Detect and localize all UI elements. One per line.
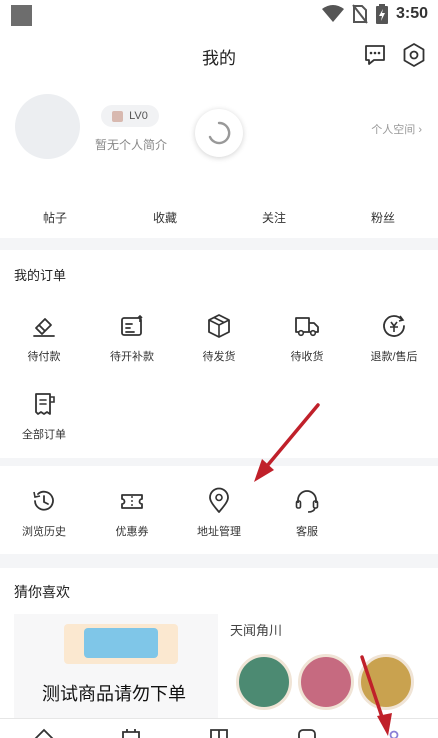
loading-spinner: [195, 109, 243, 157]
history-icon: [33, 490, 54, 511]
order-pending-shipment[interactable]: 待发货: [175, 312, 263, 364]
product-badge-2: [298, 654, 354, 710]
stat-followers[interactable]: 粉丝: [353, 209, 413, 226]
profile-bio[interactable]: 暂无个人简介: [95, 136, 167, 153]
page-header: 我的: [0, 30, 438, 80]
level-icon: [112, 110, 124, 122]
product-card-right[interactable]: 天闻角川: [226, 614, 426, 718]
refund-icon: [383, 315, 405, 337]
order-pending-invoice-label: 待开补款: [110, 351, 154, 363]
stat-following[interactable]: 关注: [244, 209, 304, 226]
box-icon: [208, 314, 230, 338]
order-all[interactable]: 全部订单: [0, 390, 88, 442]
level-badge: LV0: [101, 105, 159, 127]
orders-title: 我的订单: [14, 268, 67, 283]
cart-icon[interactable]: [296, 727, 318, 738]
product-badge-3: [358, 654, 414, 710]
order-pending-payment[interactable]: 待付款: [0, 312, 88, 364]
order-all-label: 全部订单: [22, 429, 66, 441]
stat-posts[interactable]: 帖子: [25, 209, 85, 226]
tools-card: 浏览历史 优惠券 地址管理 客服: [0, 466, 438, 554]
status-bar: 3:50: [0, 0, 438, 30]
stat-favorites[interactable]: 收藏: [135, 209, 195, 226]
wallet-icon: [33, 318, 55, 337]
avatar[interactable]: [15, 94, 80, 159]
profile-card: LV0 暂无个人简介 个人空间 › 帖子 收藏 关注 粉丝: [0, 80, 438, 238]
profile-nav-icon[interactable]: [383, 727, 405, 738]
tool-history-label: 浏览历史: [22, 526, 66, 538]
recommend-title: 猜你喜欢: [14, 584, 70, 600]
truck-icon: [295, 317, 319, 337]
status-icons: 3:50: [321, 4, 428, 24]
tool-coupons[interactable]: 优惠券: [88, 487, 176, 539]
location-icon: [209, 487, 229, 513]
headset-icon: [295, 490, 319, 513]
status-time: 3:50: [395, 5, 428, 22]
product-title: 测试商品请勿下单: [42, 684, 186, 704]
product-image: [64, 624, 178, 664]
product-badge-1: [236, 654, 292, 710]
order-pending-shipment-label: 待发货: [202, 351, 236, 363]
brand-logo: 天闻角川: [230, 624, 283, 639]
level-text: LV0: [129, 110, 148, 122]
tool-customer-service[interactable]: 客服: [263, 487, 351, 539]
tool-address-label: 地址管理: [197, 526, 241, 538]
invoice-icon: [121, 314, 143, 336]
order-pending-receipt-label: 待收货: [290, 351, 324, 363]
battery-icon: [375, 4, 388, 24]
wifi-icon: [321, 5, 344, 22]
message-icon[interactable]: [362, 42, 388, 68]
coupon-icon: [121, 494, 143, 509]
shop-icon[interactable]: [120, 727, 142, 738]
bottom-nav: [0, 718, 438, 738]
receipt-icon: [35, 393, 55, 415]
recommend-card: 猜你喜欢 测试商品请勿下单 天闻角川: [0, 568, 438, 718]
tool-address[interactable]: 地址管理: [175, 487, 263, 539]
product-card-left[interactable]: 测试商品请勿下单: [14, 614, 218, 718]
order-pending-receipt[interactable]: 待收货: [263, 312, 351, 364]
orders-card: 我的订单 待付款 待开补款 待发货 待收货 退款/售后 全部订单: [0, 250, 438, 458]
settings-icon[interactable]: [401, 42, 427, 68]
tool-coupons-label: 优惠券: [115, 526, 149, 538]
spinner-icon: [208, 121, 231, 145]
notification-icon: [11, 5, 32, 26]
order-refund-label: 退款/售后: [370, 351, 418, 363]
order-pending-payment-label: 待付款: [27, 351, 61, 363]
home-icon[interactable]: [33, 727, 55, 738]
product-image-inner: [84, 628, 158, 658]
tool-history[interactable]: 浏览历史: [0, 487, 88, 539]
category-icon[interactable]: [208, 727, 230, 738]
order-pending-invoice[interactable]: 待开补款: [88, 312, 176, 364]
personal-space-link[interactable]: 个人空间 ›: [371, 121, 422, 137]
order-refund[interactable]: 退款/售后: [350, 312, 438, 364]
tool-customer-service-label: 客服: [296, 526, 318, 538]
no-sim-icon: [352, 4, 368, 24]
